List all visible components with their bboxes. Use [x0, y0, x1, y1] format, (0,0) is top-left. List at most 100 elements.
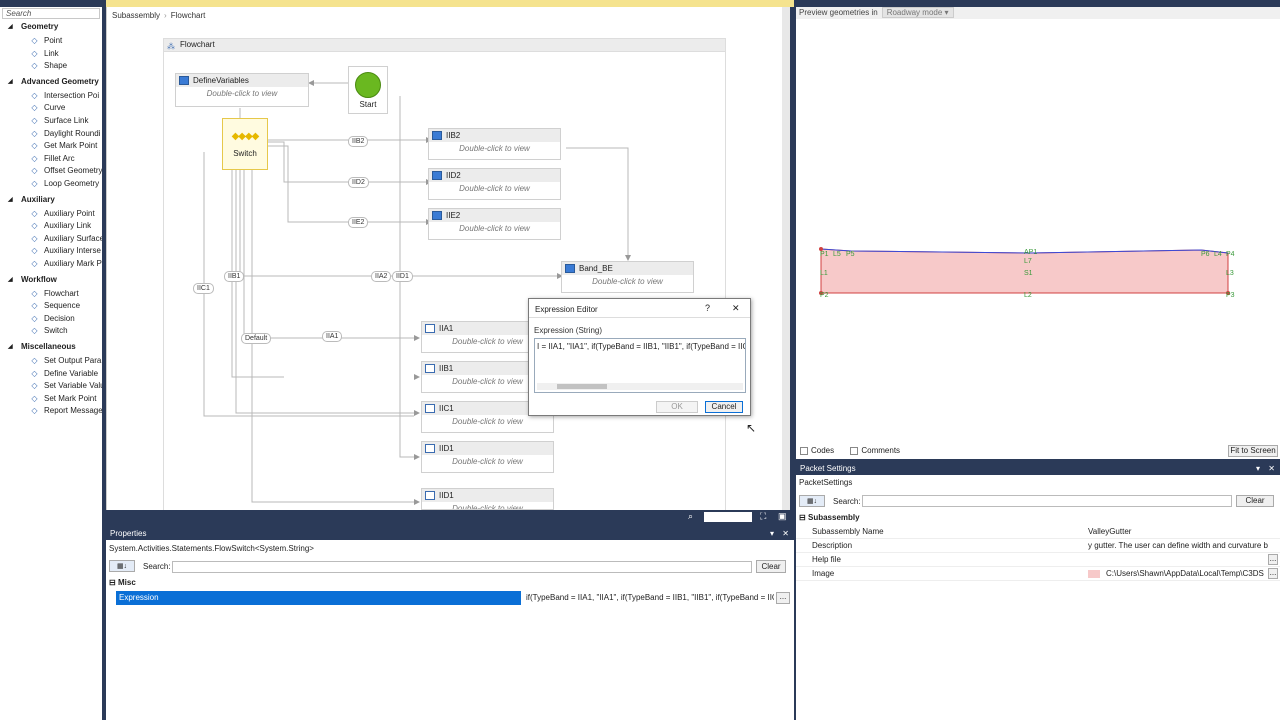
- zoom-icon[interactable]: ⌕: [688, 511, 693, 522]
- toolbox-item[interactable]: ◇ Sequence: [30, 300, 102, 312]
- collapse-triangle-icon[interactable]: ◢: [8, 341, 13, 353]
- packet-search-input[interactable]: [862, 495, 1232, 507]
- expression-hscroll[interactable]: [537, 383, 743, 390]
- activity-iib2[interactable]: IIB2 Double-click to view: [428, 128, 561, 160]
- preview-canvas[interactable]: P1 L5 P5 AP1 P6 L4 P4 L1 L7 L3 S1 P2 L2 …: [796, 19, 1280, 439]
- switch-node[interactable]: ◆◆◆◆ Switch: [222, 118, 268, 170]
- toolbox-item[interactable]: ◇ Loop Geometry: [30, 178, 102, 190]
- breadcrumb-subassembly[interactable]: Subassembly: [112, 11, 160, 20]
- properties-clear-button[interactable]: Clear: [756, 560, 786, 573]
- pin-icon[interactable]: ▾: [1256, 463, 1260, 475]
- property-value[interactable]: C:\Users\Shawn\AppData\Local\Temp\C3DS: [1088, 567, 1268, 581]
- activity-define-variables[interactable]: DefineVariables Double-click to view: [175, 73, 309, 107]
- activity-band-be[interactable]: Band_BE Double-click to view: [561, 261, 694, 293]
- toolbox-item[interactable]: ◇ Link: [30, 48, 102, 60]
- toolbox-item[interactable]: ◇ Report Message: [30, 405, 102, 417]
- toolbox-item[interactable]: ◇ Set Output Para: [30, 355, 102, 367]
- packet-property-row[interactable]: Subassembly Name ValleyGutter: [796, 525, 1280, 539]
- properties-search-input[interactable]: [172, 561, 752, 573]
- activity-iid2[interactable]: IID2 Double-click to view: [428, 168, 561, 200]
- case-label-iia1[interactable]: IIA1: [322, 331, 343, 342]
- expression-input[interactable]: I = IIA1, "IIA1", if(TypeBand = IIB1, "I…: [534, 338, 746, 393]
- collapse-triangle-icon[interactable]: ◢: [8, 194, 13, 206]
- case-label-default[interactable]: Default: [241, 333, 272, 344]
- property-value[interactable]: ValleyGutter: [1088, 525, 1268, 539]
- case-label-iib2[interactable]: IIB2: [348, 136, 369, 147]
- cancel-button[interactable]: Cancel: [705, 401, 743, 413]
- toolbox-item[interactable]: ◇ Offset Geometry: [30, 165, 102, 177]
- zoom-select[interactable]: [704, 512, 752, 522]
- toolbox-item[interactable]: ◇ Set Variable Valu: [30, 380, 102, 392]
- case-label-iib1[interactable]: IIB1: [224, 271, 245, 282]
- sort-icon[interactable]: ▦↓: [799, 495, 825, 507]
- codes-checkbox[interactable]: [800, 446, 808, 455]
- preview-mode-select[interactable]: Roadway mode ▾: [881, 7, 954, 18]
- toolbox-category-geometry[interactable]: ◢ Geometry: [0, 21, 102, 33]
- fit-icon[interactable]: ⛶: [760, 511, 766, 522]
- toolbox-item[interactable]: ◇ Auxiliary Link: [30, 220, 102, 232]
- collapse-icon[interactable]: ⊟: [799, 512, 806, 524]
- close-icon[interactable]: ✕: [782, 528, 789, 540]
- case-label-iid2[interactable]: IID2: [348, 177, 369, 188]
- toolbox-item[interactable]: ◇ Flowchart: [30, 288, 102, 300]
- expression-property-name[interactable]: Expression: [116, 591, 521, 605]
- toolbox-item[interactable]: ◇ Surface Link: [30, 115, 102, 127]
- collapse-triangle-icon[interactable]: ◢: [8, 21, 13, 33]
- help-button[interactable]: ?: [705, 303, 710, 313]
- packet-property-row[interactable]: Image C:\Users\Shawn\AppData\Local\Temp\C…: [796, 567, 1280, 581]
- close-icon[interactable]: ✕: [732, 303, 740, 314]
- expression-property-value[interactable]: if(TypeBand = IIA1, "IIA1", if(TypeBand …: [524, 591, 774, 605]
- toolbox-item[interactable]: ◇ Switch: [30, 325, 102, 337]
- misc-section[interactable]: ⊟ Misc: [106, 577, 794, 589]
- toolbox-item[interactable]: ◇ Fillet Arc: [30, 153, 102, 165]
- packet-clear-button[interactable]: Clear: [1236, 495, 1274, 507]
- toolbox-item[interactable]: ◇ Curve: [30, 102, 102, 114]
- comments-checkbox[interactable]: [850, 446, 859, 455]
- sort-icon[interactable]: ▦↓: [109, 560, 135, 572]
- toolbox-item[interactable]: ◇ Daylight Roundi: [30, 128, 102, 140]
- case-label-iic1[interactable]: IIC1: [193, 283, 214, 294]
- overview-icon[interactable]: ▣: [778, 511, 787, 522]
- toolbox-category-auxiliary[interactable]: ◢ Auxiliary: [0, 193, 102, 206]
- subassembly-section[interactable]: ⊟ Subassembly: [796, 512, 1280, 524]
- activity-iid1[interactable]: IID1 Double-click to view: [421, 441, 554, 473]
- toolbox-item[interactable]: ◇ Auxiliary Surface: [30, 233, 102, 245]
- toolbox-item[interactable]: ◇ Auxiliary Point: [30, 208, 102, 220]
- collapse-triangle-icon[interactable]: ◢: [8, 76, 13, 88]
- toolbox-item[interactable]: ◇ Point: [30, 35, 102, 47]
- toolbox-category-miscellaneous[interactable]: ◢ Miscellaneous: [0, 341, 102, 353]
- browse-button[interactable]: ...: [1268, 568, 1278, 579]
- flowchart-header[interactable]: ⁂ Flowchart: [163, 38, 726, 52]
- designer-scrollbar[interactable]: [782, 7, 790, 510]
- toolbox-search-input[interactable]: Search: [2, 8, 100, 19]
- toolbox-item[interactable]: ◇ Auxiliary Mark P: [30, 258, 102, 270]
- toolbox-item[interactable]: ◇ Define Variable: [30, 368, 102, 380]
- browse-button[interactable]: ...: [1268, 554, 1278, 565]
- ok-button[interactable]: OK: [656, 401, 698, 413]
- activity-iid1-b[interactable]: IID1 Double-click to view: [421, 488, 554, 510]
- breadcrumb-flowchart[interactable]: Flowchart: [171, 11, 206, 20]
- pin-icon[interactable]: ▾: [770, 528, 774, 540]
- collapse-triangle-icon[interactable]: ◢: [8, 274, 13, 286]
- case-label-iid1[interactable]: IID1: [392, 271, 413, 282]
- toolbox-category-advanced-geometry[interactable]: ◢ Advanced Geometry: [0, 75, 102, 88]
- close-icon[interactable]: ✕: [1268, 463, 1275, 475]
- collapse-icon[interactable]: ⊟: [109, 577, 116, 589]
- case-label-iia2[interactable]: IIA2: [371, 271, 392, 282]
- case-label-iie2[interactable]: IIE2: [348, 217, 369, 228]
- toolbox-item[interactable]: ◇ Shape: [30, 60, 102, 72]
- expression-editor-dialog[interactable]: Expression Editor ? ✕ Expression (String…: [528, 298, 751, 416]
- start-node[interactable]: Start: [348, 66, 388, 114]
- expression-edit-button[interactable]: ...: [776, 592, 790, 604]
- activity-iie2[interactable]: IIE2 Double-click to view: [428, 208, 561, 240]
- preview-panel[interactable]: Preview geometries in Roadway mode ▾ P1 L…: [796, 7, 1280, 459]
- toolbox-category-workflow[interactable]: ◢ Workflow: [0, 273, 102, 286]
- flowchart-canvas[interactable]: DefineVariables Double-click to view Sta…: [163, 52, 726, 510]
- toolbox-item[interactable]: ◇ Decision: [30, 313, 102, 325]
- flowchart-designer[interactable]: Subassembly › Flowchart ⁂ Flowchart Defi…: [106, 7, 790, 510]
- fit-to-screen-button[interactable]: Fit to Screen: [1228, 445, 1278, 457]
- property-value[interactable]: y gutter. The user can define width and …: [1088, 539, 1268, 553]
- packet-property-row[interactable]: Description y gutter. The user can define…: [796, 539, 1280, 553]
- toolbox-item[interactable]: ◇ Get Mark Point: [30, 140, 102, 152]
- toolbox-item[interactable]: ◇ Intersection Poi: [30, 90, 102, 102]
